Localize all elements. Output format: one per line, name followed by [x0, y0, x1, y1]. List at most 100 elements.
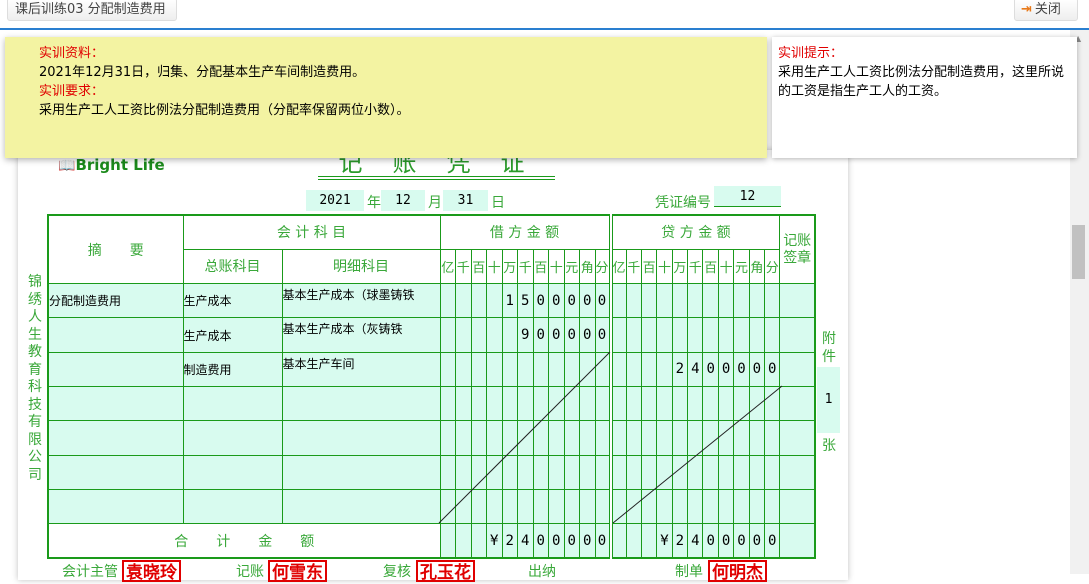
scroll-thumb[interactable] — [1072, 225, 1085, 279]
close-button[interactable]: ⇥ 关闭 — [1014, 0, 1078, 21]
credit-digit-cell[interactable]: 4 — [687, 351, 704, 387]
credit-digit-cell[interactable] — [687, 385, 704, 422]
credit-digit-cell[interactable] — [656, 420, 673, 456]
credit-digit-cell[interactable] — [656, 351, 673, 387]
debit-digit-cell[interactable] — [517, 385, 534, 422]
credit-digit-cell[interactable]: 0 — [748, 351, 766, 387]
credit-digit-cell[interactable] — [717, 283, 735, 319]
general-account-cell[interactable] — [182, 420, 283, 456]
day-input[interactable]: 31 — [443, 190, 488, 211]
credit-digit-cell[interactable] — [764, 454, 781, 490]
general-account-cell[interactable]: 生产成本 — [182, 283, 283, 319]
debit-digit-cell[interactable] — [579, 454, 596, 490]
debit-digit-cell[interactable] — [470, 488, 487, 525]
detail-account-cell[interactable]: 基本生产车间 — [281, 351, 441, 387]
credit-digit-cell[interactable] — [717, 488, 735, 525]
debit-digit-cell[interactable] — [579, 351, 596, 387]
credit-digit-cell[interactable] — [640, 454, 658, 490]
summary-cell[interactable] — [47, 488, 184, 525]
credit-digit-cell[interactable] — [640, 283, 658, 319]
debit-digit-cell[interactable] — [501, 317, 518, 353]
credit-digit-cell[interactable]: 0 — [702, 351, 719, 387]
debit-digit-cell[interactable]: 0 — [532, 283, 549, 319]
credit-digit-cell[interactable] — [748, 488, 766, 525]
detail-account-cell[interactable] — [281, 420, 441, 456]
credit-digit-cell[interactable] — [625, 488, 642, 525]
debit-digit-cell[interactable]: 9 — [517, 317, 534, 353]
credit-digit-cell[interactable] — [608, 488, 627, 525]
debit-digit-cell[interactable] — [439, 385, 456, 422]
debit-digit-cell[interactable] — [579, 420, 596, 456]
credit-digit-cell[interactable] — [608, 351, 627, 387]
debit-digit-cell[interactable]: 0 — [548, 317, 565, 353]
debit-digit-cell[interactable] — [563, 351, 580, 387]
sign-cell[interactable] — [779, 317, 816, 353]
debit-digit-cell[interactable] — [517, 420, 534, 456]
debit-digit-cell[interactable] — [517, 351, 534, 387]
credit-digit-cell[interactable] — [671, 454, 689, 490]
debit-digit-cell[interactable] — [470, 317, 487, 353]
debit-digit-cell[interactable] — [470, 420, 487, 456]
credit-digit-cell[interactable]: 0 — [717, 351, 735, 387]
credit-digit-cell[interactable] — [717, 420, 735, 456]
debit-digit-cell[interactable]: 0 — [563, 317, 580, 353]
debit-digit-cell[interactable] — [532, 454, 549, 490]
debit-digit-cell[interactable] — [455, 283, 472, 319]
debit-digit-cell[interactable]: 0 — [532, 317, 549, 353]
debit-digit-cell[interactable] — [548, 420, 565, 456]
credit-digit-cell[interactable]: 0 — [733, 351, 750, 387]
credit-digit-cell[interactable] — [687, 420, 704, 456]
debit-digit-cell[interactable] — [439, 351, 456, 387]
debit-digit-cell[interactable] — [579, 385, 596, 422]
credit-digit-cell[interactable] — [748, 420, 766, 456]
credit-digit-cell[interactable] — [702, 283, 719, 319]
debit-digit-cell[interactable] — [548, 454, 565, 490]
credit-digit-cell[interactable] — [625, 385, 642, 422]
credit-digit-cell[interactable] — [702, 420, 719, 456]
credit-digit-cell[interactable] — [640, 385, 658, 422]
credit-digit-cell[interactable] — [702, 454, 719, 490]
credit-digit-cell[interactable] — [764, 420, 781, 456]
credit-digit-cell[interactable] — [717, 454, 735, 490]
credit-digit-cell[interactable] — [687, 317, 704, 353]
credit-digit-cell[interactable] — [640, 420, 658, 456]
debit-digit-cell[interactable] — [470, 385, 487, 422]
debit-digit-cell[interactable] — [501, 420, 518, 456]
credit-digit-cell[interactable] — [671, 420, 689, 456]
detail-account-cell[interactable]: 基本生产成本（灰铸铁 — [281, 317, 441, 353]
debit-digit-cell[interactable] — [501, 385, 518, 422]
debit-digit-cell[interactable] — [532, 420, 549, 456]
debit-digit-cell[interactable] — [470, 351, 487, 387]
credit-digit-cell[interactable] — [656, 488, 673, 525]
sign-cell[interactable] — [779, 420, 816, 456]
sign-cell[interactable] — [779, 488, 816, 525]
summary-cell[interactable] — [47, 317, 184, 353]
debit-digit-cell[interactable] — [548, 488, 565, 525]
credit-digit-cell[interactable] — [640, 351, 658, 387]
year-input[interactable]: 2021 — [306, 190, 364, 211]
debit-digit-cell[interactable]: 1 — [501, 283, 518, 319]
credit-digit-cell[interactable] — [733, 317, 750, 353]
debit-digit-cell[interactable] — [532, 488, 549, 525]
voucher-number-input[interactable]: 12 — [714, 186, 781, 207]
credit-digit-cell[interactable] — [608, 420, 627, 456]
credit-digit-cell[interactable]: 2 — [671, 351, 689, 387]
debit-digit-cell[interactable] — [455, 317, 472, 353]
summary-cell[interactable] — [47, 385, 184, 422]
credit-digit-cell[interactable] — [656, 385, 673, 422]
debit-digit-cell[interactable] — [486, 454, 503, 490]
debit-digit-cell[interactable] — [548, 351, 565, 387]
credit-digit-cell[interactable] — [656, 283, 673, 319]
credit-digit-cell[interactable] — [764, 317, 781, 353]
debit-digit-cell[interactable] — [470, 454, 487, 490]
debit-digit-cell[interactable] — [439, 454, 456, 490]
credit-digit-cell[interactable] — [687, 454, 704, 490]
credit-digit-cell[interactable] — [748, 385, 766, 422]
credit-digit-cell[interactable] — [717, 317, 735, 353]
debit-digit-cell[interactable] — [486, 420, 503, 456]
debit-digit-cell[interactable] — [563, 420, 580, 456]
credit-digit-cell[interactable] — [640, 317, 658, 353]
credit-digit-cell[interactable] — [608, 385, 627, 422]
debit-digit-cell[interactable] — [439, 488, 456, 525]
debit-digit-cell[interactable] — [470, 283, 487, 319]
